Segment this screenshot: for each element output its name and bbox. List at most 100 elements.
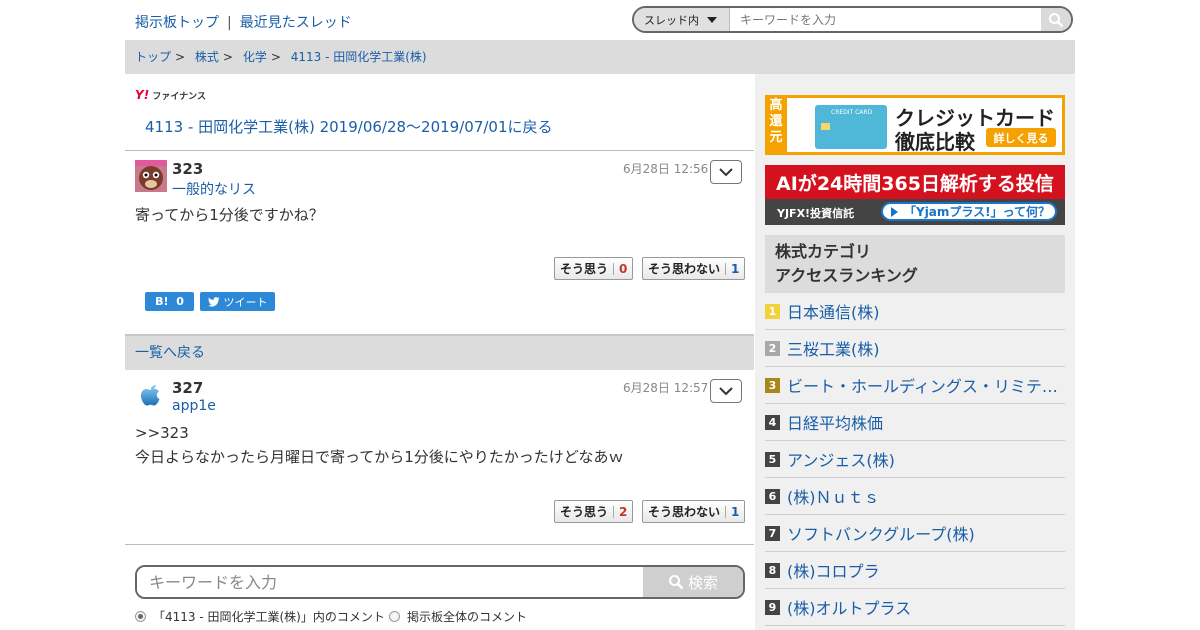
twitter-bird-icon (207, 296, 219, 307)
divider (125, 544, 754, 545)
hatena-bookmark-button[interactable]: B! 0 (145, 292, 194, 311)
post-body-line: 寄ってから1分後ですかね？ (135, 206, 324, 224)
post: 327 app1e 6月28日 12:57 >>323 今日よらなかったら月曜日… (125, 379, 754, 549)
rank-number-badge: 9 (765, 599, 780, 615)
agree-label: そう思う (560, 262, 609, 276)
radio-unselected[interactable] (389, 611, 400, 622)
ranking-item-name[interactable]: ビート・ホールディングス・リミテッド (787, 373, 1062, 397)
breadcrumb: トップ > 株式 > 化学 > 4113 - 田岡化学工業(株) (125, 40, 1075, 74)
card-chip-icon (821, 123, 830, 130)
ranking-item-name[interactable]: (株)オルトプラス (787, 595, 1062, 619)
separator: | (227, 15, 232, 31)
fund-ad-headline: AIが24時間365日解析する投信 (765, 165, 1065, 199)
back-to-list-link[interactable]: 一覧へ戻る (125, 334, 754, 370)
top-search-button[interactable] (1041, 8, 1071, 31)
yahoo-finance-logo[interactable]: Y! ファイナンス (135, 88, 206, 102)
hatena-count: 0 (176, 295, 184, 308)
breadcrumb-separator: > (222, 50, 233, 64)
fund-ad-button-label: 「Yjamプラス!」って何？ (904, 205, 1051, 219)
bottom-search-button[interactable]: 検索 (643, 567, 743, 597)
credit-card-ad[interactable]: 高 還 元 CREDIT CARD クレジットカード 徹底比較 詳しく見る (765, 95, 1065, 155)
ranking-list: 1 日本通信(株) 2 三桜工業(株) 3 ビート・ホールディングス・リミテッド 4 日経平均… (765, 293, 1065, 626)
ad-detail-button[interactable]: 詳しく見る (986, 128, 1056, 147)
ranking-header: 株式カテゴリ アクセスランキング (765, 235, 1065, 293)
post-number[interactable]: 327 (172, 379, 203, 397)
ranking-item[interactable]: 5 アンジェス(株) (765, 441, 1065, 478)
ad-vertical-char: 元 (769, 130, 783, 145)
ranking-item[interactable]: 2 三桜工業(株) (765, 330, 1065, 367)
vote-divider (725, 262, 727, 275)
ranking-item[interactable]: 4 日経平均株価 (765, 404, 1065, 441)
ranking-item-name[interactable]: (株)コロプラ (787, 558, 1062, 582)
fund-ad-brand: YJFX!投資信託 (777, 207, 855, 220)
credit-card-image: CREDIT CARD (815, 105, 887, 149)
bottom-search-input[interactable] (137, 567, 643, 597)
post-date: 6月28日 12:57 (623, 381, 709, 395)
top-search-input[interactable] (730, 8, 1041, 31)
ranking-item-name[interactable]: (株)Ｎｕｔｓ (787, 484, 1062, 508)
agree-button[interactable]: そう思う 2 (554, 500, 634, 523)
search-scope-select[interactable]: スレッド内 (634, 8, 730, 31)
ranking-item[interactable]: 9 (株)オルトプラス (765, 589, 1065, 626)
post-username[interactable]: app1e (172, 398, 216, 414)
disagree-count: 1 (731, 504, 740, 519)
radio-dot (138, 614, 143, 619)
post-reply-anchor[interactable]: >>323 (135, 421, 624, 445)
ranking-item-name[interactable]: 日経平均株価 (787, 410, 1062, 434)
thread-back-link[interactable]: 4113 - 田岡化学工業(株) 2019/06/28〜2019/07/01に戻… (145, 116, 553, 137)
card-text: CREDIT CARD (831, 109, 873, 116)
ranking-item-name[interactable]: 三桜工業(株) (787, 336, 1062, 360)
post-menu-button[interactable] (710, 160, 742, 184)
vote-divider (613, 262, 615, 275)
breadcrumb-stocks[interactable]: 株式 (195, 50, 219, 64)
fund-ad[interactable]: AIが24時間365日解析する投信 YJFX!投資信託 「Yjamプラス!」って… (765, 165, 1065, 225)
disagree-label: そう思わない (648, 505, 721, 519)
vote-divider (613, 505, 615, 518)
ranking-item-name[interactable]: ソフトバンクグループ(株) (787, 521, 1062, 545)
post-number[interactable]: 323 (172, 160, 203, 178)
breadcrumb-separator: > (175, 50, 186, 64)
ranking-item[interactable]: 6 (株)Ｎｕｔｓ (765, 478, 1065, 515)
ranking-item[interactable]: 3 ビート・ホールディングス・リミテッド (765, 367, 1065, 404)
recent-threads-link[interactable]: 最近見たスレッド (240, 15, 352, 31)
ranking-item[interactable]: 7 ソフトバンクグループ(株) (765, 515, 1065, 552)
top-search-bar: スレッド内 (632, 6, 1073, 33)
ranking-item[interactable]: 1 日本通信(株) (765, 293, 1065, 330)
bottom-search-bar: 検索 (135, 565, 745, 599)
ranking-title-2: アクセスランキング (775, 266, 918, 285)
fund-ad-button[interactable]: 「Yjamプラス!」って何？ (881, 202, 1057, 221)
board-top-link[interactable]: 掲示板トップ (135, 15, 219, 31)
post-body: >>323 今日よらなかったら月曜日で寄ってから1分後にやりたかったけどなあｗ (135, 421, 624, 469)
agree-label: そう思う (560, 505, 609, 519)
ranking-item-name[interactable]: 日本通信(株) (787, 299, 1062, 323)
search-option-board[interactable]: 掲示板全体のコメント (389, 608, 527, 625)
disagree-button[interactable]: そう思わない 1 (642, 500, 746, 523)
breadcrumb-top[interactable]: トップ (135, 50, 171, 64)
search-scope-label: スレッド内 (644, 13, 699, 27)
search-option-thread[interactable]: 「4113 - 田岡化学工業(株)」内のコメント (135, 608, 385, 625)
rank-number-badge: 7 (765, 525, 780, 541)
rank-number-badge: 3 (765, 377, 780, 393)
search-icon (1049, 12, 1064, 27)
post-body-line: 今日よらなかったら月曜日で寄ってから1分後にやりたかったけどなあｗ (135, 448, 624, 466)
ranking-item[interactable]: 8 (株)コロプラ (765, 552, 1065, 589)
top-links: 掲示板トップ | 最近見たスレッド (135, 12, 352, 32)
post-menu-button[interactable] (710, 379, 742, 403)
rank-number-badge: 2 (765, 340, 780, 356)
ad-panel: CREDIT CARD クレジットカード 徹底比較 詳しく見る (787, 98, 1062, 154)
disagree-button[interactable]: そう思わない 1 (642, 257, 746, 280)
ranking-title-1: 株式カテゴリ (775, 242, 872, 261)
chevron-down-icon (719, 167, 733, 176)
breadcrumb-company[interactable]: 4113 - 田岡化学工業(株) (291, 50, 427, 64)
breadcrumb-chemical[interactable]: 化学 (243, 50, 267, 64)
hatena-label: B! (155, 295, 169, 308)
tweet-button[interactable]: ツイート (200, 292, 275, 311)
agree-button[interactable]: そう思う 0 (554, 257, 634, 280)
avatar[interactable] (135, 379, 167, 411)
avatar[interactable] (135, 160, 167, 192)
vote-divider (725, 505, 727, 518)
ranking-item-name[interactable]: アンジェス(株) (787, 447, 1062, 471)
fund-ad-footer: YJFX!投資信託 「Yjamプラス!」って何？ (765, 199, 1065, 225)
radio-selected[interactable] (135, 611, 146, 622)
post-username[interactable]: 一般的なリス (172, 179, 256, 199)
